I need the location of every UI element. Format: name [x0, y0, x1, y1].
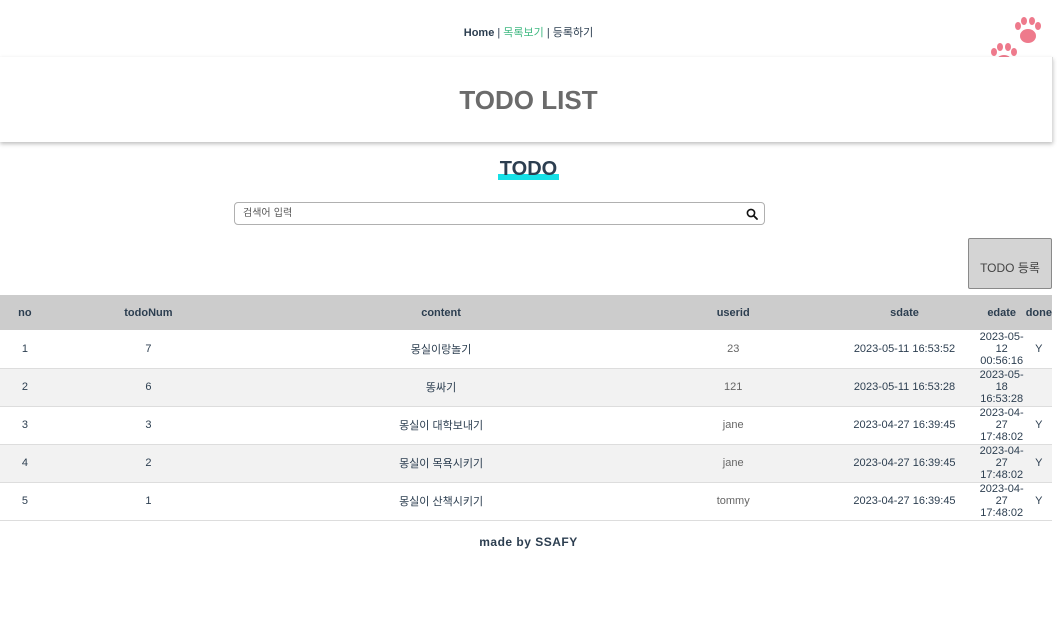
nav-separator: | — [546, 27, 550, 39]
cell-content[interactable]: 몽실이랑놀기 — [247, 330, 635, 368]
cell-edate: 2023-04-27 17:48:02 — [979, 483, 1024, 519]
cell-sdate: 2023-05-11 16:53:52 — [853, 342, 956, 355]
page-title: TODO LIST — [459, 85, 598, 115]
cell-todonum: 1 — [145, 495, 152, 507]
todo-table: no todoNum content userid sdate edate do… — [0, 295, 1052, 521]
cell-userid: jane — [722, 457, 744, 469]
cell-todonum: 3 — [145, 419, 152, 431]
cell-no: 2 — [21, 381, 28, 393]
column-header-done[interactable]: done — [1026, 295, 1052, 330]
cell-no: 5 — [21, 495, 28, 507]
section-title: TODO — [497, 158, 560, 180]
cell-edate: 2023-04-27 17:48:02 — [979, 445, 1024, 481]
nav-home-link[interactable]: Home — [464, 27, 495, 39]
cell-todonum: 2 — [145, 457, 152, 469]
cell-edate: 2023-05-18 16:53:28 — [979, 369, 1024, 405]
cell-content[interactable]: 몽실이 대학보내기 — [247, 406, 635, 444]
table-row[interactable]: 1 7 몽실이랑놀기 23 2023-05-11 16:53:52 2023-0… — [0, 330, 1052, 368]
column-header-no[interactable]: no — [0, 295, 50, 330]
cell-no: 3 — [21, 419, 28, 431]
search-icon[interactable] — [746, 208, 758, 220]
cell-no: 1 — [21, 342, 28, 355]
column-header-edate[interactable]: edate — [978, 295, 1026, 330]
header-banner: TODO LIST — [0, 57, 1053, 142]
cell-sdate: 2023-04-27 16:39:45 — [853, 457, 956, 469]
cell-edate: 2023-04-27 17:48:02 — [979, 407, 1024, 443]
nav-separator: | — [497, 27, 501, 39]
column-header-userid[interactable]: userid — [635, 295, 831, 330]
cell-sdate: 2023-05-11 16:53:28 — [853, 381, 956, 393]
cell-userid: 23 — [727, 342, 740, 355]
top-nav: Home | 목록보기 | 등록하기 — [0, 24, 1057, 40]
cell-done: Y — [1035, 495, 1043, 507]
cell-userid: tommy — [716, 495, 750, 507]
table-row[interactable]: 3 3 몽실이 대학보내기 jane 2023-04-27 16:39:45 2… — [0, 406, 1052, 444]
section-heading: TODO — [0, 158, 1057, 180]
cell-sdate: 2023-04-27 16:39:45 — [853, 419, 956, 431]
cell-userid: jane — [722, 419, 744, 431]
table-row[interactable]: 4 2 몽실이 목욕시키기 jane 2023-04-27 16:39:45 2… — [0, 444, 1052, 482]
column-header-content[interactable]: content — [247, 295, 635, 330]
nav-list-link[interactable]: 목록보기 — [503, 27, 543, 39]
table-header-row: no todoNum content userid sdate edate do… — [0, 295, 1052, 330]
cell-todonum: 6 — [145, 381, 152, 393]
column-header-sdate[interactable]: sdate — [831, 295, 977, 330]
table-row[interactable]: 2 6 똥싸기 121 2023-05-11 16:53:28 2023-05-… — [0, 368, 1052, 406]
search-box — [234, 202, 765, 225]
cell-content[interactable]: 몽실이 산책시키기 — [247, 482, 635, 520]
cell-done: Y — [1035, 342, 1043, 355]
cell-done: Y — [1035, 457, 1043, 469]
table-row[interactable]: 5 1 몽실이 산책시키기 tommy 2023-04-27 16:39:45 … — [0, 482, 1052, 520]
todo-register-button[interactable]: TODO 등록 — [968, 238, 1052, 289]
cell-no: 4 — [21, 457, 28, 469]
cell-done: Y — [1035, 419, 1043, 431]
cell-content[interactable]: 몽실이 목욕시키기 — [247, 444, 635, 482]
column-header-todonum[interactable]: todoNum — [50, 295, 247, 330]
cell-done — [1026, 368, 1052, 406]
cell-todonum: 7 — [145, 342, 152, 355]
cell-edate: 2023-05-12 00:56:16 — [979, 330, 1024, 367]
cell-userid: 121 — [724, 381, 743, 393]
cell-sdate: 2023-04-27 16:39:45 — [853, 495, 956, 507]
footer-credit: made by SSAFY — [479, 535, 578, 549]
search-input[interactable] — [243, 206, 723, 220]
nav-register-link[interactable]: 등록하기 — [553, 27, 593, 39]
cell-content[interactable]: 똥싸기 — [247, 368, 635, 406]
